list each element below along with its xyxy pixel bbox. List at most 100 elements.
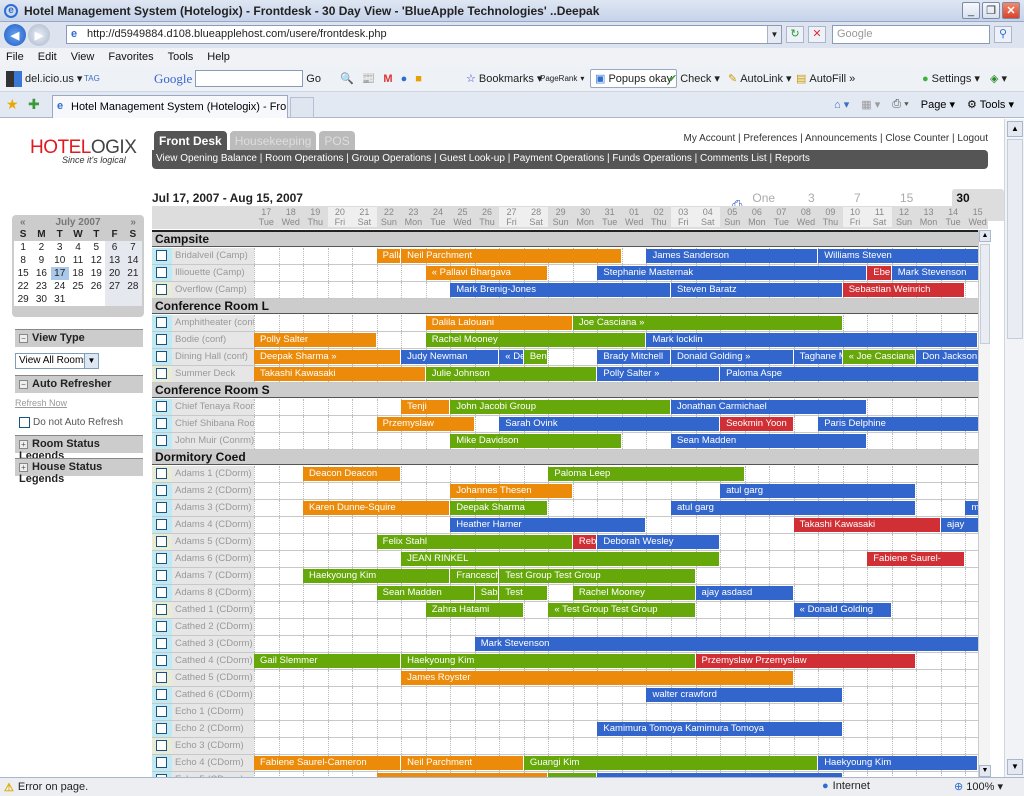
- search-tool-icon[interactable]: 🔍: [340, 72, 354, 85]
- calendar-day[interactable]: 1: [14, 241, 32, 254]
- booking-bar[interactable]: Williams Steven: [818, 249, 978, 263]
- booking-bar[interactable]: Test Group Test Group: [499, 569, 696, 583]
- booking-bar[interactable]: m n: [965, 501, 978, 515]
- booking-bar[interactable]: Brady Mitchell: [597, 350, 671, 364]
- booking-bar[interactable]: Deepak Sharma »: [254, 350, 402, 364]
- booking-bar[interactable]: « Joe Casciana: [842, 350, 917, 364]
- menu-favorites[interactable]: Favorites: [108, 51, 153, 63]
- calendar-prev-button[interactable]: «: [20, 217, 26, 228]
- room-checkbox[interactable]: [156, 284, 167, 295]
- booking-bar[interactable]: « Pallavi Bhargava: [425, 266, 549, 280]
- room-name[interactable]: Chief Shibana Room: [172, 416, 254, 432]
- page-menu[interactable]: Page ▾: [921, 98, 955, 111]
- room-checkbox[interactable]: [156, 317, 167, 328]
- room-name[interactable]: Summer Deck: [172, 366, 254, 382]
- earth-icon[interactable]: ●: [401, 73, 408, 85]
- zoom-level[interactable]: ⊕ 100% ▾: [954, 780, 1003, 793]
- booking-bar[interactable]: Jonathan Carmichael: [671, 400, 868, 414]
- calendar-day[interactable]: 5: [87, 241, 105, 254]
- booking-bar[interactable]: Rachel Mooney: [572, 586, 696, 600]
- calendar-next-button[interactable]: »: [130, 217, 136, 228]
- page-scrollbar[interactable]: ▲ ▼: [1004, 119, 1024, 777]
- page-scroll-down-icon[interactable]: ▼: [1007, 759, 1023, 775]
- calendar-day[interactable]: 24: [51, 280, 69, 293]
- booking-bar[interactable]: James Sanderson: [646, 249, 819, 263]
- room-name[interactable]: Bridalveil (Camp): [172, 248, 254, 264]
- room-checkbox[interactable]: [156, 723, 167, 734]
- calendar-day[interactable]: 14: [123, 254, 142, 267]
- room-name[interactable]: Adams 8 (CDorm): [172, 585, 254, 601]
- calendar-day[interactable]: 21: [123, 267, 142, 280]
- tools-menu[interactable]: ⚙ Tools ▾: [967, 98, 1014, 111]
- calendar-day[interactable]: 3: [51, 241, 69, 254]
- translate-icon[interactable]: ◈: [990, 72, 998, 85]
- calendar-day[interactable]: 22: [14, 280, 32, 293]
- room-checkbox[interactable]: [156, 519, 167, 530]
- warning-icon[interactable]: ⚠: [4, 781, 14, 794]
- booking-bar[interactable]: Deepak Sharma: [450, 501, 549, 515]
- tag-button[interactable]: TAG: [84, 74, 100, 83]
- back-button[interactable]: ◀: [4, 24, 26, 46]
- scroll-thumb[interactable]: [980, 244, 990, 344]
- room-name[interactable]: Cathed 3 (CDorm): [172, 636, 254, 652]
- booking-bar[interactable]: atul garg: [720, 484, 917, 498]
- calendar-day[interactable]: 8: [14, 254, 32, 267]
- booking-bar[interactable]: Fabiene Saurel-: [867, 552, 966, 566]
- room-checkbox[interactable]: [156, 401, 167, 412]
- view-type-panel-header[interactable]: − View Type: [15, 329, 143, 347]
- tab-front-desk[interactable]: Front Desk: [154, 131, 227, 151]
- room-name[interactable]: Echo 1 (CDorm): [172, 704, 254, 720]
- no-auto-refresh-checkbox[interactable]: [19, 417, 30, 428]
- booking-bar[interactable]: ajay: [940, 518, 978, 532]
- room-name[interactable]: Overflow (Camp): [172, 282, 254, 298]
- booking-bar[interactable]: Mark Stevenson: [474, 637, 978, 651]
- news-icon[interactable]: 📰: [362, 72, 376, 85]
- booking-bar[interactable]: Neil Parchment: [401, 756, 524, 770]
- booking-bar[interactable]: Takashi Kawasaki: [793, 518, 941, 532]
- room-checkbox[interactable]: [156, 570, 167, 581]
- room-checkbox[interactable]: [156, 351, 167, 362]
- tab-housekeeping[interactable]: Housekeeping: [229, 131, 317, 151]
- room-checkbox[interactable]: [156, 536, 167, 547]
- booking-bar[interactable]: Mark locklin: [646, 333, 978, 347]
- booking-bar[interactable]: walter crawford: [646, 688, 843, 702]
- booking-bar[interactable]: Paloma Leep: [548, 467, 745, 481]
- room-name[interactable]: Bodie (conf): [172, 332, 254, 348]
- search-input[interactable]: Google: [832, 25, 990, 44]
- room-checkbox[interactable]: [156, 334, 167, 345]
- booking-bar[interactable]: JEAN RINKEL: [401, 552, 721, 566]
- delicious-button[interactable]: del.icio.us: [25, 73, 74, 85]
- booking-bar[interactable]: Takashi Kawasaki: [254, 367, 426, 381]
- room-name[interactable]: Adams 7 (CDorm): [172, 568, 254, 584]
- google-search-input[interactable]: [195, 70, 304, 87]
- calendar-day[interactable]: 15: [14, 267, 32, 280]
- print-icon[interactable]: ⎙ ▾: [892, 98, 908, 111]
- booking-bar[interactable]: « Test Group Test Group: [548, 603, 696, 617]
- address-dropdown-icon[interactable]: ▼: [767, 26, 781, 43]
- calendar-day[interactable]: 29: [14, 293, 32, 306]
- booking-bar[interactable]: Przemyslaw: [376, 417, 475, 431]
- browser-tab-active[interactable]: e Hotel Management System (Hotelogix) - F…: [52, 95, 288, 118]
- room-name[interactable]: Cathed 6 (CDorm): [172, 687, 254, 703]
- calendar-day[interactable]: 19: [87, 267, 105, 280]
- calendar-day[interactable]: 17: [50, 267, 69, 280]
- calendar-day[interactable]: 9: [32, 254, 50, 267]
- restore-button[interactable]: ❐: [982, 2, 1000, 19]
- booking-bar[interactable]: Haekyoung Kim: [818, 756, 978, 770]
- booking-bar[interactable]: Rachel Mooney: [425, 333, 647, 347]
- page-scroll-up-icon[interactable]: ▲: [1007, 121, 1023, 137]
- booking-bar[interactable]: Sarah Ovink: [499, 417, 721, 431]
- home-icon[interactable]: ⌂ ▾: [834, 98, 849, 111]
- favorites-star-icon[interactable]: ★: [6, 96, 19, 113]
- booking-bar[interactable]: Paloma Aspe: [720, 367, 978, 381]
- room-status-legends-header[interactable]: + Room Status Legends: [15, 435, 143, 462]
- autofill-button[interactable]: AutoFill: [809, 73, 846, 85]
- calendar-day[interactable]: 26: [87, 280, 105, 293]
- popup-blocker-button[interactable]: ▣ Popups okay: [590, 69, 678, 88]
- calendar-day[interactable]: 6: [105, 241, 124, 254]
- room-name[interactable]: Adams 1 (CDorm): [172, 466, 254, 482]
- calendar-day[interactable]: 25: [69, 280, 87, 293]
- room-checkbox[interactable]: [156, 655, 167, 666]
- booking-bar[interactable]: Mike Davidson: [450, 434, 622, 448]
- calendar-day[interactable]: 11: [69, 254, 87, 267]
